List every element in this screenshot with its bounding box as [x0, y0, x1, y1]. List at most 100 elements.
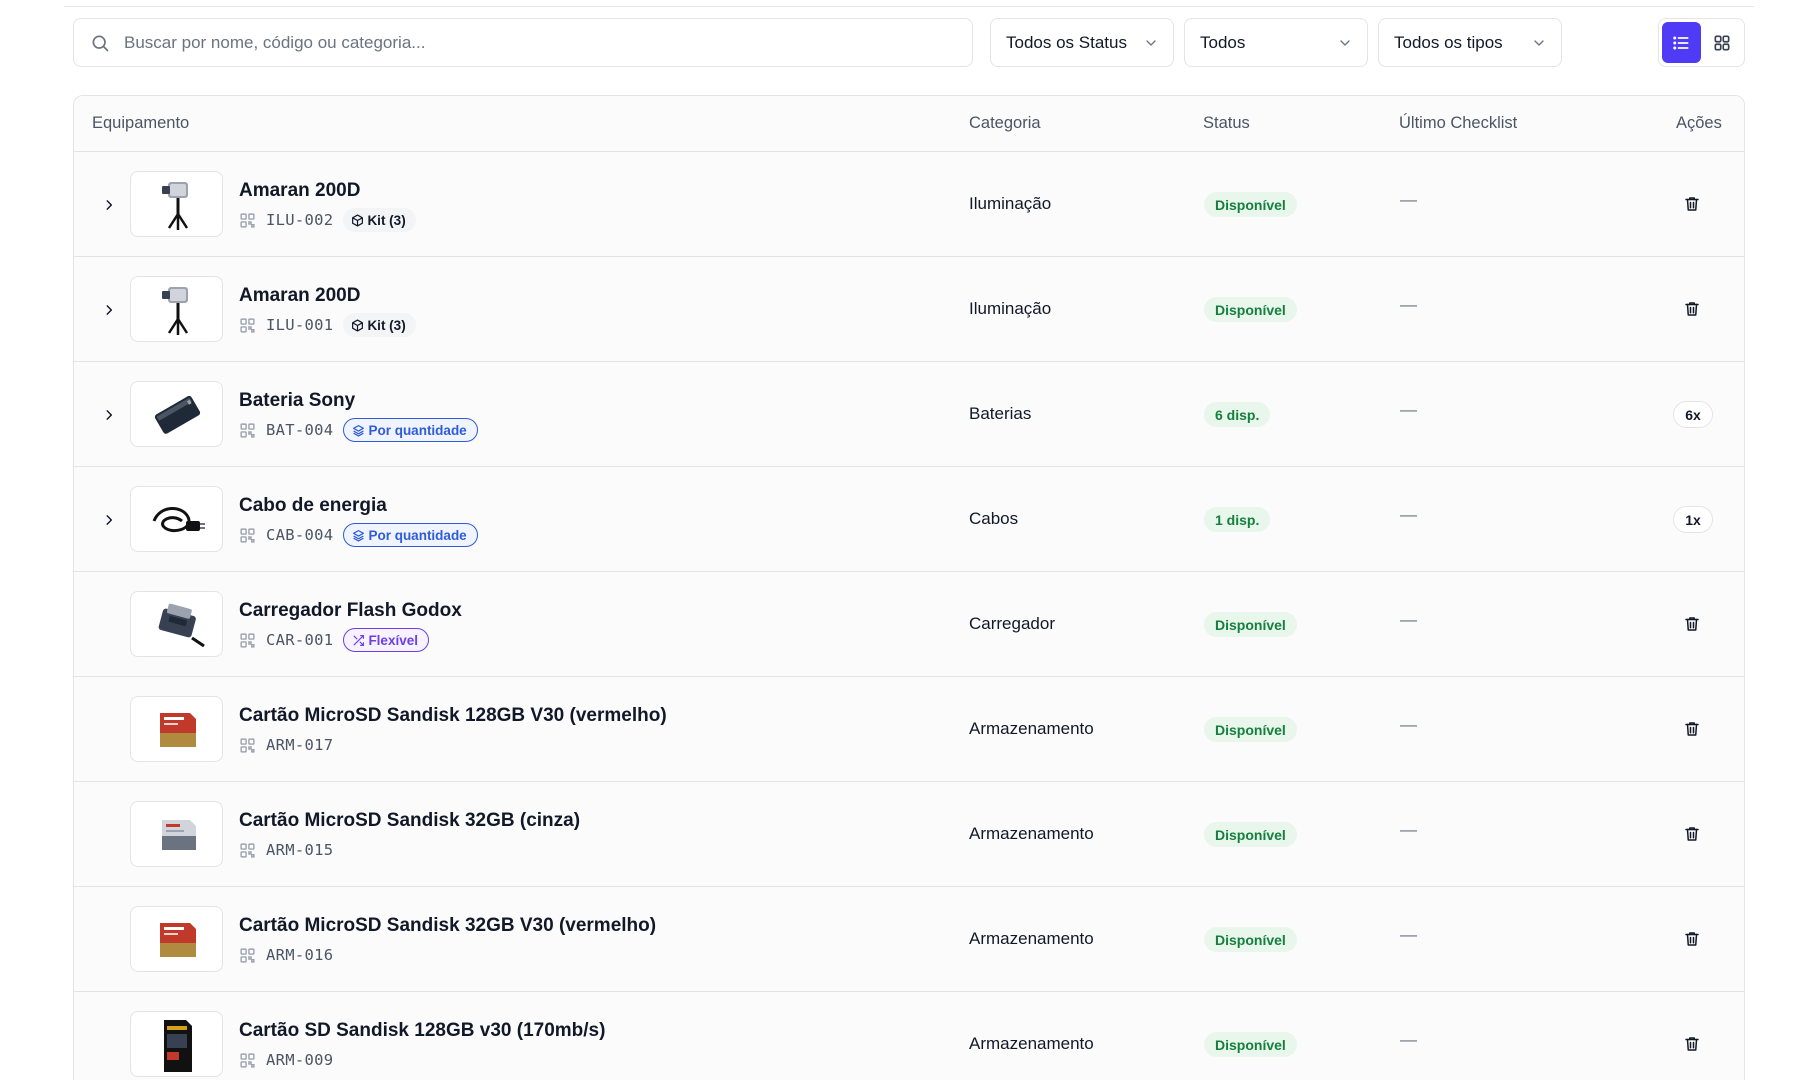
- expand-chevron-button[interactable]: [98, 509, 120, 531]
- equipment-category: Armazenamento: [969, 929, 1094, 948]
- status-filter-value: Todos os Status: [1006, 32, 1127, 52]
- equipment-table: Equipamento Categoria Status Último Chec…: [73, 95, 1745, 1080]
- sd-card-image: [163, 1020, 192, 1072]
- qr-code-icon: [240, 317, 255, 333]
- equipment-meta: CAB-004 Por quantidade: [239, 523, 478, 547]
- equipment-meta: ARM-015: [239, 838, 333, 862]
- qr-code-icon: [240, 1052, 255, 1068]
- kit-badge-label: Kit (3): [367, 317, 406, 333]
- layers-icon: [353, 529, 365, 542]
- header-status: Status: [1203, 114, 1250, 132]
- table-row[interactable]: Bateria Sony BAT-004 Por quantidade Bate…: [74, 362, 1744, 467]
- equipment-name: Cartão MicroSD Sandisk 32GB V30 (vermelh…: [239, 915, 657, 936]
- equipment-meta: ARM-017: [239, 733, 333, 757]
- table-row[interactable]: Amaran 200D ILU-002 Kit (3) Iluminação D…: [74, 152, 1744, 257]
- microsd-card-image: [161, 820, 196, 850]
- equipment-meta: ILU-001 Kit (3): [239, 313, 416, 337]
- list-icon: [1673, 35, 1689, 50]
- equipment-thumbnail: [130, 591, 223, 657]
- status-badge: Disponível: [1204, 822, 1297, 847]
- equipment-code: ARM-009: [266, 1051, 334, 1069]
- delete-button[interactable]: [1681, 613, 1703, 635]
- grid-view-button[interactable]: [1703, 22, 1742, 63]
- shuffle-icon: [354, 634, 365, 646]
- equipment-thumbnail: [130, 276, 223, 342]
- equipment-meta: CAR-001 Flexível: [239, 628, 429, 652]
- qr-code-icon: [240, 212, 255, 228]
- table-row[interactable]: Cartão SD Sandisk 128GB v30 (170mb/s) AR…: [74, 992, 1744, 1080]
- status-badge: Disponível: [1204, 717, 1297, 742]
- equipment-thumbnail: [130, 486, 223, 552]
- power-cable-image: [152, 507, 205, 533]
- status-filter-select[interactable]: Todos os Status: [990, 18, 1174, 67]
- table-row[interactable]: Carregador Flash Godox CAR-001 Flexível …: [74, 572, 1744, 677]
- equipment-category: Iluminação: [969, 194, 1052, 213]
- delete-button[interactable]: [1681, 928, 1703, 950]
- equipment-name: Cartão MicroSD Sandisk 32GB (cinza): [239, 810, 581, 831]
- table-header: Equipamento Categoria Status Último Chec…: [74, 96, 1744, 152]
- quantity-badge: Por quantidade: [343, 418, 478, 442]
- table-row[interactable]: Cartão MicroSD Sandisk 32GB (cinza) ARM-…: [74, 782, 1744, 887]
- table-row[interactable]: Cartão MicroSD Sandisk 32GB V30 (vermelh…: [74, 887, 1744, 992]
- last-checklist-value: —: [1400, 190, 1417, 209]
- package-icon: [352, 213, 364, 227]
- status-badge: Disponível: [1204, 927, 1297, 952]
- trash-icon: [1685, 722, 1699, 736]
- delete-button[interactable]: [1681, 298, 1703, 320]
- delete-button[interactable]: [1681, 718, 1703, 740]
- equipment-name: Cartão SD Sandisk 128GB v30 (170mb/s): [239, 1020, 606, 1041]
- trash-icon: [1685, 617, 1699, 631]
- equipment-thumbnail: [130, 906, 223, 972]
- table-row[interactable]: Cabo de energia CAB-004 Por quantidade C…: [74, 467, 1744, 572]
- table-row[interactable]: Cartão MicroSD Sandisk 128GB V30 (vermel…: [74, 677, 1744, 782]
- equipment-thumbnail: [130, 381, 223, 447]
- view-toggle: [1658, 18, 1745, 67]
- equipment-thumbnail: [130, 801, 223, 867]
- quantity-badge: Por quantidade: [343, 523, 478, 547]
- chevron-down-icon: [1340, 39, 1350, 46]
- header-last-checklist: Último Checklist: [1399, 114, 1518, 132]
- table-row[interactable]: Amaran 200D ILU-001 Kit (3) Iluminação D…: [74, 257, 1744, 362]
- chevron-down-icon: [1146, 39, 1156, 46]
- delete-button[interactable]: [1681, 823, 1703, 845]
- search-box[interactable]: [73, 18, 973, 67]
- qr-code-icon: [240, 947, 255, 963]
- status-badge: 6 disp.: [1204, 402, 1271, 427]
- chevron-right-icon: [106, 200, 113, 210]
- delete-button[interactable]: [1681, 193, 1703, 215]
- equipment-thumbnail: [130, 1011, 223, 1077]
- header-actions: Ações: [1676, 114, 1722, 132]
- secondary-filter-select[interactable]: Todos: [1184, 18, 1368, 67]
- equipment-code: ARM-016: [266, 946, 334, 964]
- equipment-category: Armazenamento: [969, 824, 1094, 843]
- quantity-badge-label: Por quantidade: [368, 527, 467, 543]
- qr-code-icon: [240, 527, 255, 543]
- delete-button[interactable]: [1681, 1033, 1703, 1055]
- grid-icon: [1714, 35, 1730, 50]
- last-checklist-value: —: [1400, 610, 1417, 629]
- status-badge: 1 disp.: [1204, 507, 1271, 532]
- trash-icon: [1685, 932, 1699, 946]
- expand-chevron-button[interactable]: [98, 194, 120, 216]
- list-view-button[interactable]: [1662, 22, 1701, 63]
- expand-chevron-button[interactable]: [98, 299, 120, 321]
- microsd-card-image: [159, 923, 196, 957]
- equipment-code: ARM-015: [266, 841, 334, 859]
- expand-chevron-button[interactable]: [98, 404, 120, 426]
- quantity-pill: 6x: [1673, 401, 1713, 428]
- package-icon: [352, 318, 364, 332]
- type-filter-select[interactable]: Todos os tipos: [1378, 18, 1562, 67]
- qr-code-icon: [240, 632, 255, 648]
- search-icon: [92, 35, 109, 51]
- quantity-pill: 1x: [1673, 506, 1713, 533]
- equipment-thumbnail: [130, 696, 223, 762]
- search-input[interactable]: [124, 32, 944, 53]
- microsd-card-image: [159, 713, 196, 747]
- equipment-name: Carregador Flash Godox: [239, 600, 462, 621]
- equipment-code: CAR-001: [266, 631, 334, 649]
- quantity-badge-label: Por quantidade: [368, 422, 467, 438]
- trash-icon: [1685, 197, 1699, 211]
- chevron-right-icon: [106, 305, 113, 315]
- qr-code-icon: [240, 422, 255, 438]
- equipment-category: Baterias: [969, 404, 1032, 423]
